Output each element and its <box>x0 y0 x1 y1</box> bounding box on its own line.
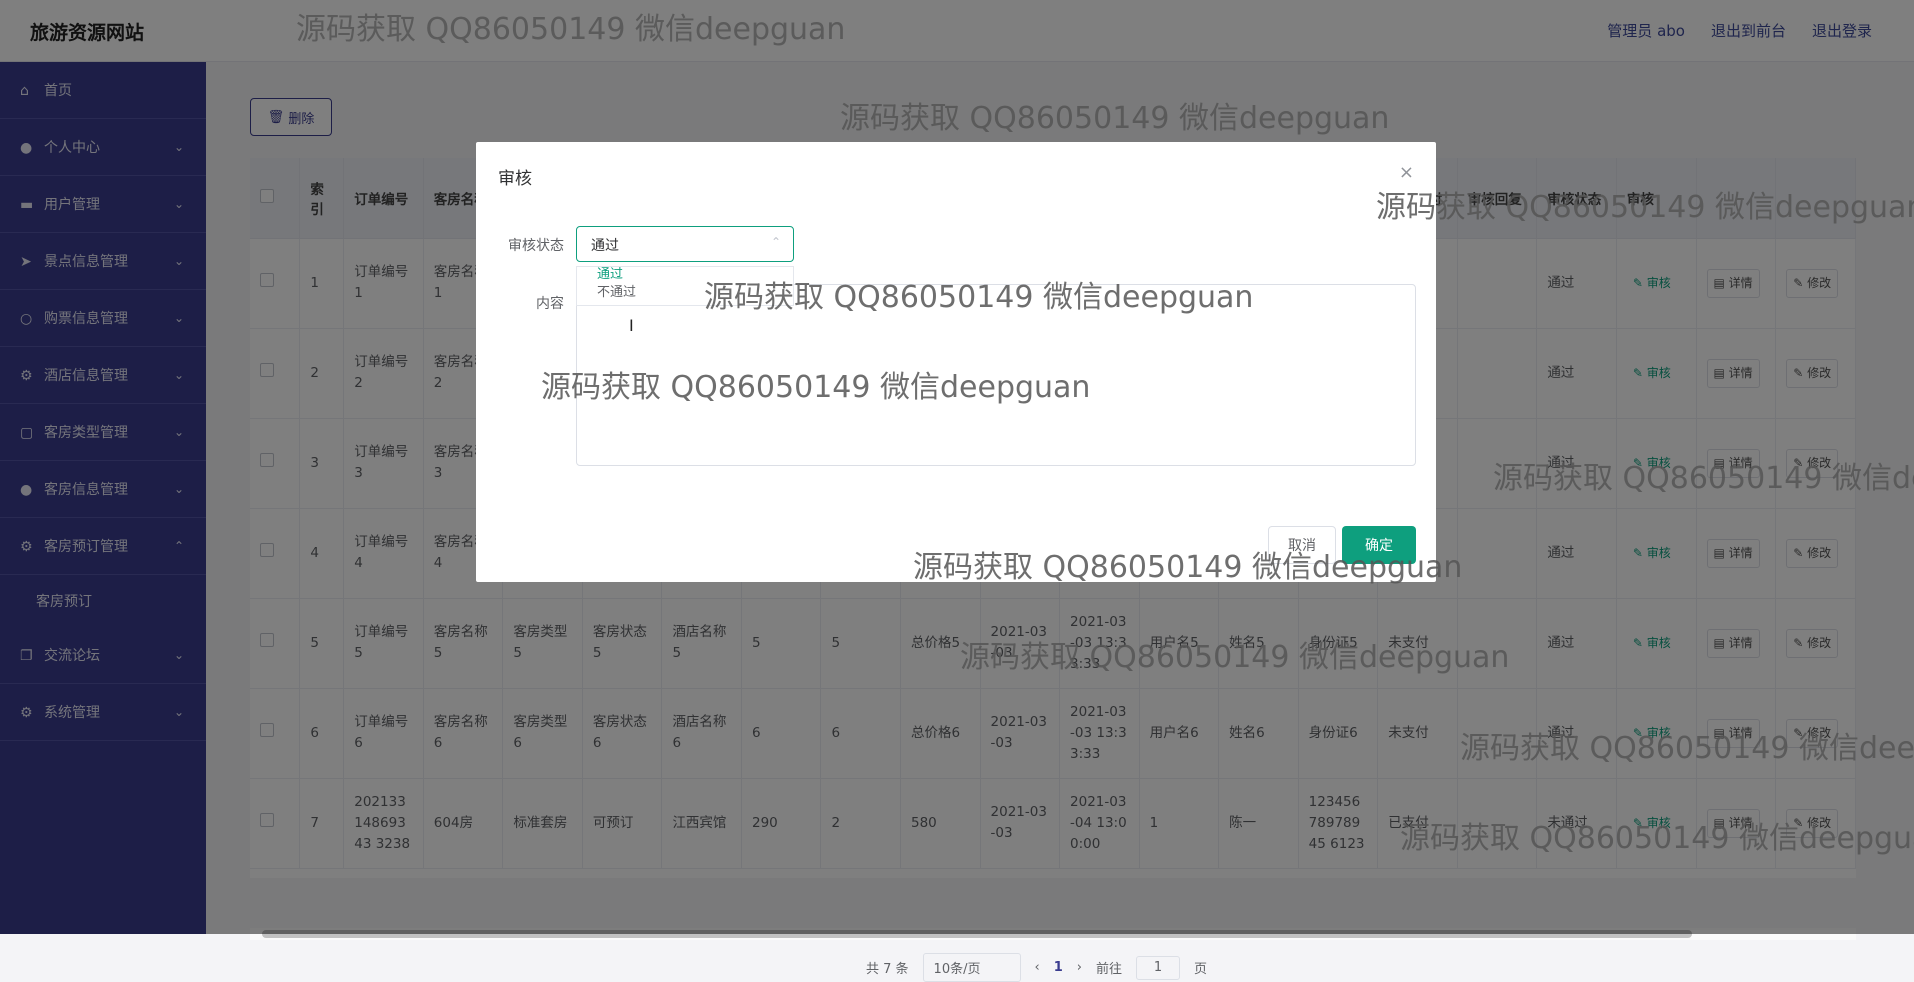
goto-page-input[interactable]: 1 <box>1136 955 1181 980</box>
status-select-value: 通过 <box>591 238 619 254</box>
current-page[interactable]: 1 <box>1054 960 1063 975</box>
watermark: 源码获取 QQ86050149 微信deepguan <box>913 550 1463 585</box>
dropdown-option-fail[interactable]: 不通过 <box>597 281 636 300</box>
status-select[interactable]: 通过 ⌃ <box>576 226 794 262</box>
page-unit-label: 页 <box>1194 962 1208 977</box>
content-label: 内容 <box>536 296 564 312</box>
chevron-up-icon: ⌃ <box>770 235 781 249</box>
next-page-button[interactable]: › <box>1077 960 1082 975</box>
watermark: 源码获取 QQ86050149 微信deepguan <box>1400 821 1914 856</box>
prev-page-button[interactable]: ‹ <box>1035 960 1040 975</box>
text-cursor-icon: I <box>629 316 634 335</box>
page-size-select[interactable]: 10条/页 <box>922 953 1021 982</box>
watermark: 源码获取 QQ86050149 微信deepguan <box>960 640 1510 675</box>
watermark: 源码获取 QQ86050149 微信deepguan <box>541 370 1091 405</box>
pagination: 共 7 条 10条/页 ‹ 1 › 前往 1 页 <box>866 953 1207 982</box>
watermark: 源码获取 QQ86050149 微信deepguan <box>1376 190 1914 225</box>
close-icon[interactable]: × <box>1399 162 1414 183</box>
watermark: 源码获取 QQ86050149 微信deepguan <box>1493 461 1914 496</box>
total-count: 共 7 条 <box>866 962 909 977</box>
watermark: 源码获取 QQ86050149 微信deepguan <box>840 101 1390 136</box>
watermark: 源码获取 QQ86050149 微信deepguan <box>704 280 1254 315</box>
dropdown-option-pass[interactable]: 通过 <box>597 267 623 282</box>
dialog-title: 审核 <box>498 169 532 189</box>
goto-label: 前往 <box>1096 962 1123 977</box>
watermark: 源码获取 QQ86050149 微信deepguan <box>296 12 846 47</box>
watermark: 源码获取 QQ86050149 微信deepguan <box>1460 731 1914 766</box>
status-label: 审核状态 <box>508 238 564 254</box>
